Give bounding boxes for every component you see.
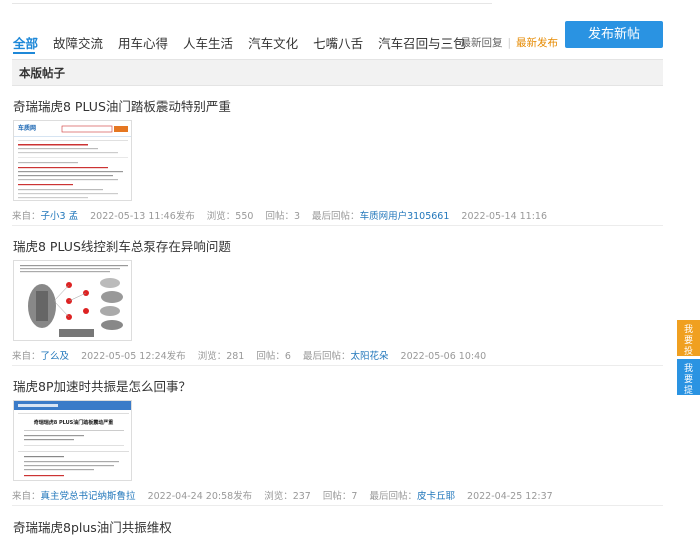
top-divider	[12, 0, 492, 4]
author-link[interactable]: 了么及	[41, 351, 70, 362]
post-thumbnail[interactable]: 车质网	[13, 120, 132, 201]
reply-count: 7	[351, 491, 358, 502]
from-label: 来自：	[12, 211, 41, 222]
views-label: 浏览：	[206, 211, 236, 222]
views-label: 浏览：	[264, 491, 293, 502]
last-reply-label: 最后回帖：	[302, 351, 351, 362]
reply-count: 3	[293, 211, 301, 222]
tab-car-life[interactable]: 人车生活	[183, 33, 233, 52]
replies-label: 回帖：	[322, 491, 352, 502]
screenshot-thumbnail-image: 奇瑞瑞虎8 PLUS油门踏板震动严重	[14, 401, 131, 480]
thumb-header: 奇瑞瑞虎8 PLUS油门踏板震动严重	[34, 419, 114, 426]
ask-question-float-button[interactable]: 我要提问	[677, 359, 700, 395]
post-time: 2022-05-05 12:24发布	[81, 351, 186, 362]
views-label: 浏览：	[197, 351, 227, 362]
divider	[12, 225, 663, 226]
post-title[interactable]: 瑞虎8P加速时共振是怎么回事？	[13, 376, 191, 395]
complaint-float-button[interactable]: 我要投诉	[677, 320, 700, 356]
post-title[interactable]: 瑞虎8 PLUS线控刹车总泵存在异响问题	[13, 236, 231, 255]
divider	[12, 505, 663, 506]
sort-separator: |	[507, 37, 511, 49]
sort-latest-post[interactable]: 最新发布	[516, 37, 558, 49]
last-reply-label: 最后回帖：	[369, 491, 417, 502]
section-header: 本版帖子	[12, 59, 663, 86]
post-thumbnail[interactable]: 奇瑞瑞虎8 PLUS油门踏板震动严重	[13, 400, 132, 481]
author-link[interactable]: 子小3 孟	[41, 211, 79, 222]
active-tab-indicator	[13, 52, 35, 54]
post-title[interactable]: 奇瑞瑞虎8plus油门共振维权	[13, 517, 172, 536]
last-replier-link[interactable]: 太阳花朵	[351, 351, 389, 362]
post-time: 2022-05-13 11:46发布	[90, 211, 195, 222]
brake-diagram-image	[14, 261, 131, 340]
post-meta: 来自：子小3 孟 2022-05-13 11:46发布 浏览：550 回帖：3 …	[12, 208, 547, 222]
view-count: 281	[226, 351, 245, 362]
replies-label: 回帖：	[265, 211, 294, 222]
category-tabs: 全部 故障交流 用车心得 人车生活 汽车文化 七嘴八舌 汽车召回与三包	[13, 33, 481, 52]
tab-car-culture[interactable]: 汽车文化	[248, 33, 298, 52]
view-count: 237	[292, 491, 311, 502]
post-meta: 来自：真主党总书记纳斯鲁拉 2022-04-24 20:58发布 浏览：237 …	[12, 488, 553, 502]
divider	[12, 365, 663, 366]
view-count: 550	[235, 211, 254, 222]
tab-all[interactable]: 全部	[13, 33, 38, 52]
sort-options: 最新回复 | 最新发布	[460, 35, 558, 50]
screenshot-thumbnail-image: 车质网	[14, 121, 131, 200]
tab-fault-discussion[interactable]: 故障交流	[53, 33, 103, 52]
tab-chitchat[interactable]: 七嘴八舌	[313, 33, 363, 52]
thumb-logo: 车质网	[18, 124, 36, 132]
tab-recall-warranty[interactable]: 汽车召回与三包	[378, 33, 466, 52]
section-title: 本版帖子	[19, 66, 65, 80]
post-time: 2022-04-24 20:58发布	[147, 491, 253, 502]
last-reply-time: 2022-04-25 12:37	[467, 491, 553, 502]
publish-new-post-button[interactable]: 发布新帖	[565, 21, 663, 48]
last-replier-link[interactable]: 车质网用户3105661	[360, 211, 450, 222]
post-title[interactable]: 奇瑞瑞虎8 PLUS油门踏板震动特别严重	[13, 96, 231, 115]
tab-car-experience[interactable]: 用车心得	[118, 33, 168, 52]
last-reply-time: 2022-05-14 11:16	[461, 211, 548, 222]
from-label: 来自：	[12, 351, 41, 362]
post-meta: 来自：了么及 2022-05-05 12:24发布 浏览：281 回帖：6 最后…	[12, 348, 486, 362]
reply-count: 6	[284, 351, 291, 362]
last-reply-label: 最后回帖：	[312, 211, 360, 222]
sort-latest-reply[interactable]: 最新回复	[460, 37, 502, 49]
post-thumbnail[interactable]	[13, 260, 132, 341]
from-label: 来自：	[12, 491, 41, 502]
last-replier-link[interactable]: 皮卡丘耶	[417, 491, 455, 502]
author-link[interactable]: 真主党总书记纳斯鲁拉	[41, 491, 136, 502]
replies-label: 回帖：	[256, 351, 285, 362]
last-reply-time: 2022-05-06 10:40	[400, 351, 487, 362]
